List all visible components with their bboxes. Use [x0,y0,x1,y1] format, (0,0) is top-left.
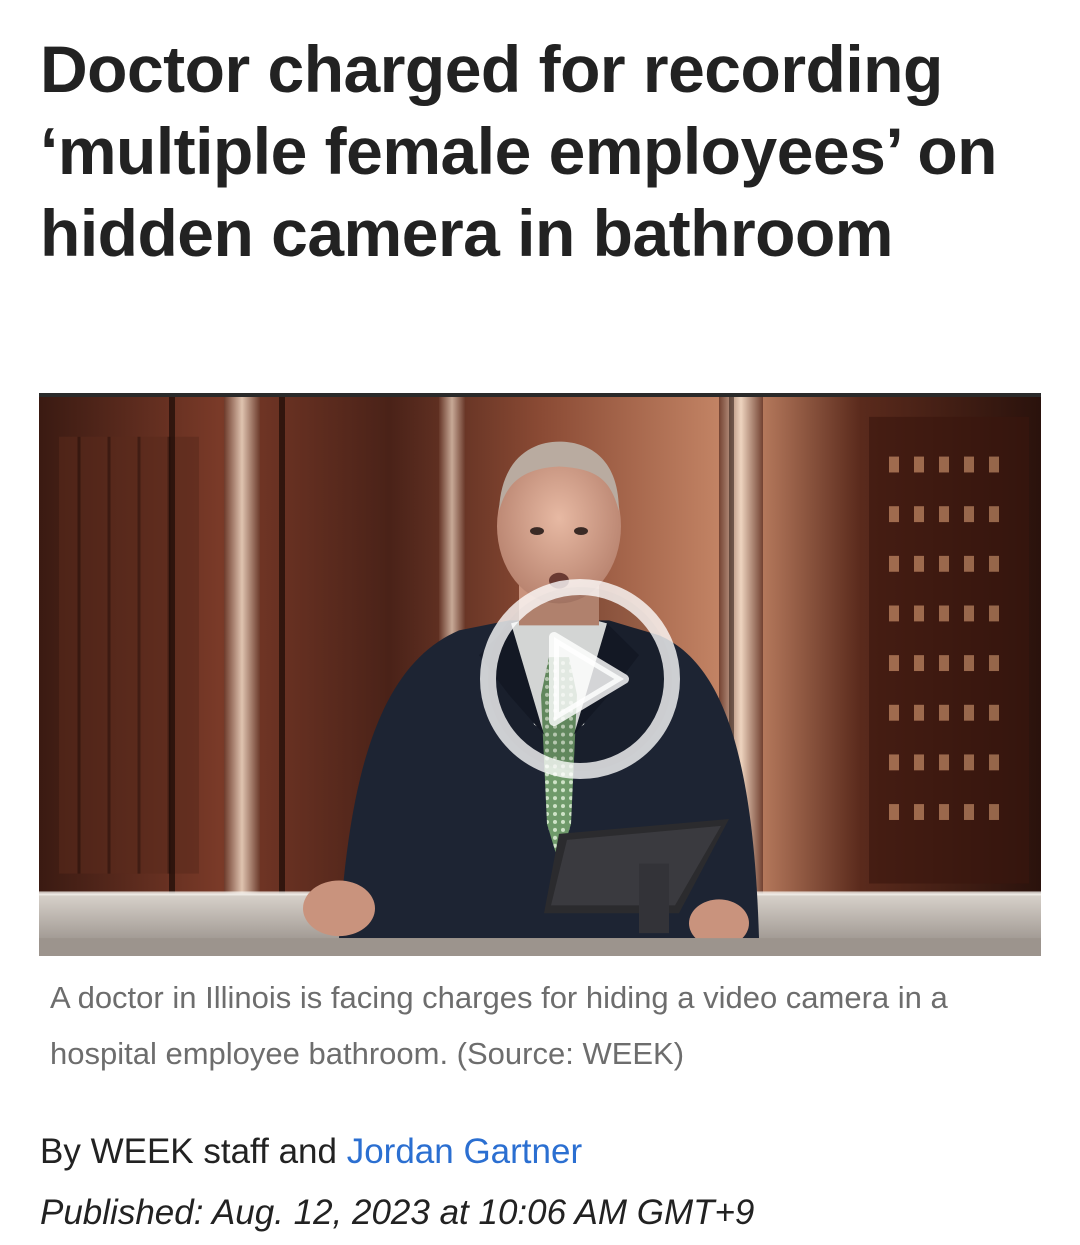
video-player[interactable] [39,393,1041,956]
play-button[interactable] [476,575,684,783]
byline-prefix: By WEEK staff and [40,1132,347,1171]
byline: By WEEK staff and Jordan Gartner [40,1126,582,1178]
published-datetime: Aug. 12, 2023 at 10:06 AM GMT+9 [211,1193,755,1232]
article-page: Doctor charged for recording ‘multiple f… [0,0,1080,1245]
article-headline: Doctor charged for recording ‘multiple f… [40,32,998,270]
author-link[interactable]: Jordan Gartner [347,1132,582,1171]
play-circle-icon [480,579,680,779]
video-caption: A doctor in Illinois is facing charges f… [50,980,948,1071]
published-date: Published: Aug. 12, 2023 at 10:06 AM GMT… [40,1187,754,1239]
published-label: Published: [40,1193,204,1232]
